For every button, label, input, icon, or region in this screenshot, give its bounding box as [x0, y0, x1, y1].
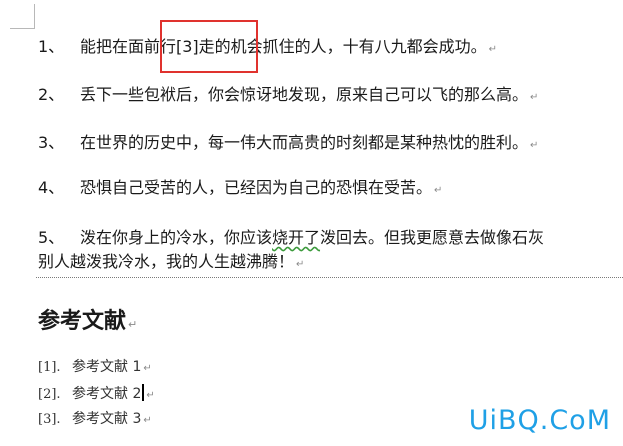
site-watermark: UiBQ.CoM: [468, 405, 611, 436]
reference-text: 参考文献 3: [72, 411, 142, 427]
paragraph-5[interactable]: 5、 泼在你身上的冷水，你应该烧开了泼回去。但我更愿意去做像石灰: [38, 228, 544, 248]
reference-number: [1].: [38, 360, 61, 375]
paragraph-number: 4、: [38, 178, 65, 197]
paragraph-number: 5、: [38, 228, 65, 247]
paragraph-text: 在世界的历史中，每一伟大而高贵的时刻都是某种热忱的胜利。: [80, 133, 529, 152]
paragraph-number: 3、: [38, 133, 65, 152]
reference-text: 参考文献 1: [72, 359, 142, 375]
reference-number: [2].: [38, 387, 61, 402]
paragraph-text: 别人越泼我冷水，我的人生越沸腾！: [38, 252, 295, 271]
margin-corner-mark: [10, 4, 35, 29]
paragraph-mark-icon: ↵: [434, 185, 443, 196]
references-heading[interactable]: 参考文献 ↵: [38, 308, 137, 339]
reference-number: [3].: [38, 412, 61, 427]
paragraph-mark-icon: ↵: [128, 318, 138, 331]
paragraph-text: 能把在面前行[3]走的机会抓住的人，十有八九都会成功。: [80, 37, 487, 56]
spellcheck-underlined-text[interactable]: 烧开了: [272, 228, 320, 247]
references-heading-text: 参考文献: [38, 309, 127, 334]
paragraph-text: 恐惧自己受苦的人，已经因为自己的恐惧在受苦。: [80, 178, 433, 197]
paragraph-3[interactable]: 3、 在世界的历史中，每一伟大而高贵的时刻都是某种热忱的胜利。 ↵: [38, 133, 538, 156]
reference-item-1[interactable]: [1]. 参考文献 1 ↵: [38, 358, 152, 378]
document-page: 1、 能把在面前行[3]走的机会抓住的人，十有八九都会成功。 ↵ 2、 丢下一些包袱后…: [0, 0, 623, 446]
citation-highlight-box: [160, 20, 258, 73]
paragraph-text: 丢下一些包袱后，你会惊讶地发现，原来自己可以飞的那么高。: [80, 85, 529, 104]
paragraph-number: 1、: [38, 37, 65, 56]
paragraph-1[interactable]: 1、 能把在面前行[3]走的机会抓住的人，十有八九都会成功。 ↵: [38, 37, 497, 60]
paragraph-mark-icon: ↵: [143, 415, 152, 426]
paragraph-mark-icon: ↵: [530, 140, 539, 151]
paragraph-mark-icon: ↵: [296, 259, 305, 270]
reference-item-2[interactable]: [2]. 参考文献 2 ↵: [38, 384, 155, 405]
paragraph-2[interactable]: 2、 丢下一些包袱后，你会惊讶地发现，原来自己可以飞的那么高。 ↵: [38, 85, 538, 108]
paragraph-5-continuation[interactable]: 别人越泼我冷水，我的人生越沸腾！ ↵: [38, 252, 304, 275]
paragraph-mark-icon: ↵: [146, 390, 155, 401]
paragraph-text-part: 泼在你身上的冷水，你应该: [80, 228, 273, 247]
paragraph-text-part: 泼回去。但我更愿意去做像石灰: [320, 228, 545, 247]
text-cursor-caret: [142, 384, 145, 401]
reference-text: 参考文献 2: [72, 386, 142, 402]
section-break-divider: [36, 277, 623, 278]
paragraph-4[interactable]: 4、 恐惧自己受苦的人，已经因为自己的恐惧在受苦。 ↵: [38, 178, 442, 201]
paragraph-mark-icon: ↵: [530, 92, 539, 103]
paragraph-mark-icon: ↵: [143, 363, 152, 374]
reference-item-3[interactable]: [3]. 参考文献 3 ↵: [38, 410, 152, 430]
paragraph-mark-icon: ↵: [488, 44, 498, 55]
paragraph-number: 2、: [38, 85, 65, 104]
